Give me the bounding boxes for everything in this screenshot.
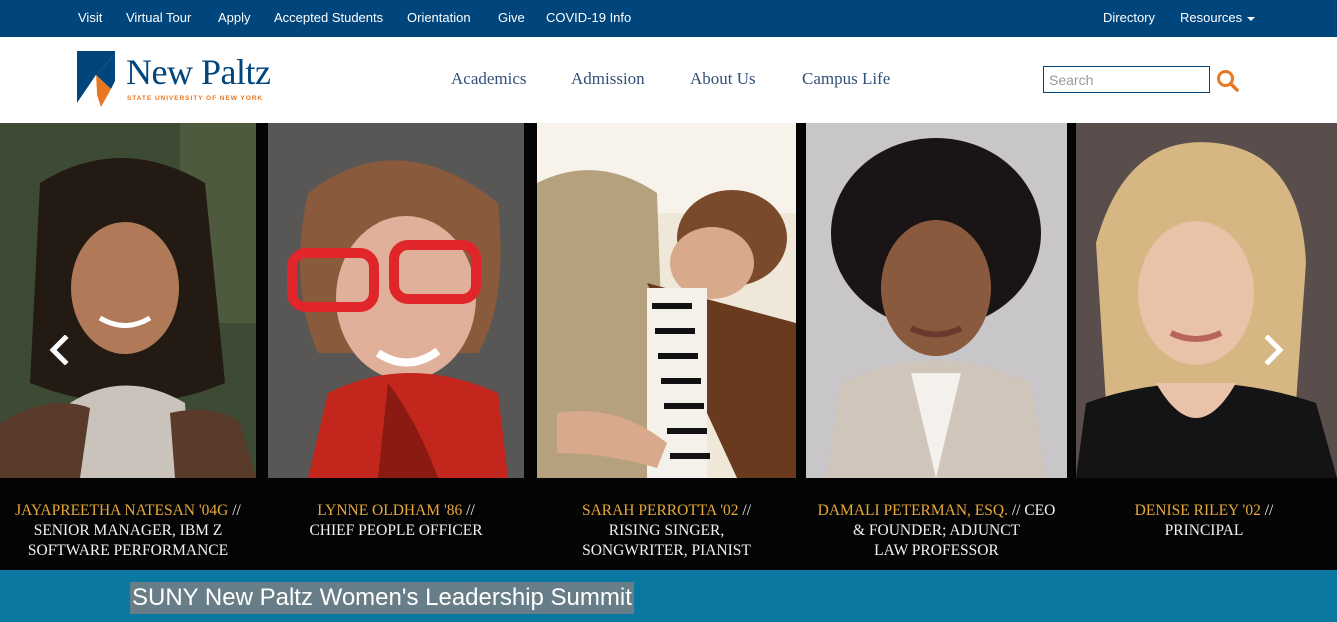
person-caption: DENISE RILEY '02 // PRINCIPAL	[1076, 501, 1332, 541]
logo-mark-icon	[77, 51, 115, 107]
search-icon[interactable]	[1215, 68, 1241, 94]
portrait-photo	[0, 123, 256, 478]
hero-carousel: JAYAPREETHA NATESAN '04G // SENIOR MANAG…	[0, 123, 1337, 570]
carousel-panel: LYNNE OLDHAM '86 // CHIEF PEOPLE OFFICER	[268, 123, 530, 570]
person-title-line: PRINCIPAL	[1164, 522, 1244, 539]
visit-link[interactable]: Visit	[78, 10, 102, 25]
summit-link[interactable]: SUNY New Paltz Women's Leadership Summit	[130, 582, 634, 614]
portrait-photo	[1076, 123, 1337, 478]
caret-down-icon	[1247, 16, 1256, 21]
chevron-left-icon[interactable]	[47, 335, 73, 365]
nav-about-us[interactable]: About Us	[690, 69, 756, 89]
person-title-line: LAW PROFESSOR	[874, 542, 999, 559]
caption-separator: //	[232, 502, 241, 519]
portrait-photo	[537, 123, 796, 478]
site-header: New Paltz STATE UNIVERSITY OF NEW YORK A…	[0, 37, 1337, 123]
nav-campus-life[interactable]: Campus Life	[802, 69, 890, 89]
new-paltz-logo[interactable]: New Paltz STATE UNIVERSITY OF NEW YORK	[77, 51, 287, 109]
featured-banner: SUNY New Paltz Women's Leadership Summit	[0, 570, 1337, 622]
person-title-line: SOFTWARE PERFORMANCE	[27, 542, 229, 559]
covid-info-link[interactable]: COVID-19 Info	[546, 10, 631, 25]
person-caption: LYNNE OLDHAM '86 // CHIEF PEOPLE OFFICER	[268, 501, 524, 541]
person-caption: SARAH PERROTTA '02 // RISING SINGER, SON…	[537, 501, 796, 561]
carousel-panel: JAYAPREETHA NATESAN '04G // SENIOR MANAG…	[0, 123, 262, 570]
portrait-photo	[806, 123, 1067, 478]
give-link[interactable]: Give	[498, 10, 525, 25]
person-caption: DAMALI PETERMAN, ESQ. // CEO & FOUNDER; …	[806, 501, 1067, 561]
person-name: LYNNE OLDHAM '86	[317, 502, 463, 519]
caption-separator: //	[1264, 502, 1274, 519]
nav-academics[interactable]: Academics	[451, 69, 527, 89]
caption-separator: //	[466, 502, 475, 519]
virtual-tour-link[interactable]: Virtual Tour	[126, 10, 191, 25]
search-input[interactable]	[1043, 66, 1210, 93]
person-name: SARAH PERROTTA '02	[581, 502, 739, 519]
carousel-panel: SARAH PERROTTA '02 // RISING SINGER, SON…	[537, 123, 799, 570]
person-name: DENISE RILEY '02	[1134, 502, 1261, 519]
portrait-photo	[268, 123, 524, 478]
directory-link[interactable]: Directory	[1103, 10, 1155, 25]
logo-wordmark: New Paltz	[126, 52, 271, 92]
nav-admission[interactable]: Admission	[571, 69, 645, 89]
logo-subtitle: STATE UNIVERSITY OF NEW YORK	[127, 95, 264, 102]
chevron-right-icon[interactable]	[1260, 335, 1286, 365]
person-title-line: CHIEF PEOPLE OFFICER	[309, 522, 483, 539]
caption-separator: //	[742, 502, 752, 519]
apply-link[interactable]: Apply	[218, 10, 251, 25]
person-name: JAYAPREETHA NATESAN '04G	[15, 502, 229, 519]
person-title-line: & FOUNDER; ADJUNCT	[852, 522, 1021, 539]
orientation-link[interactable]: Orientation	[407, 10, 471, 25]
resources-label: Resources	[1180, 10, 1243, 25]
person-title-line: RISING SINGER,	[608, 522, 725, 539]
person-name: DAMALI PETERMAN, ESQ.	[817, 502, 1008, 519]
carousel-panel: DENISE RILEY '02 // PRINCIPAL	[1076, 123, 1337, 570]
carousel-panel: DAMALI PETERMAN, ESQ. // CEO & FOUNDER; …	[806, 123, 1070, 570]
person-title-line: SONGWRITER, PIANIST	[582, 542, 751, 559]
person-caption: JAYAPREETHA NATESAN '04G // SENIOR MANAG…	[0, 501, 256, 561]
utility-bar: Visit Virtual Tour Apply Accepted Studen…	[0, 0, 1337, 37]
caption-separator: // CEO	[1011, 502, 1056, 519]
person-title-line: SENIOR MANAGER, IBM Z	[33, 522, 223, 539]
accepted-students-link[interactable]: Accepted Students	[274, 10, 383, 25]
resources-dropdown[interactable]: Resources	[1180, 10, 1256, 25]
